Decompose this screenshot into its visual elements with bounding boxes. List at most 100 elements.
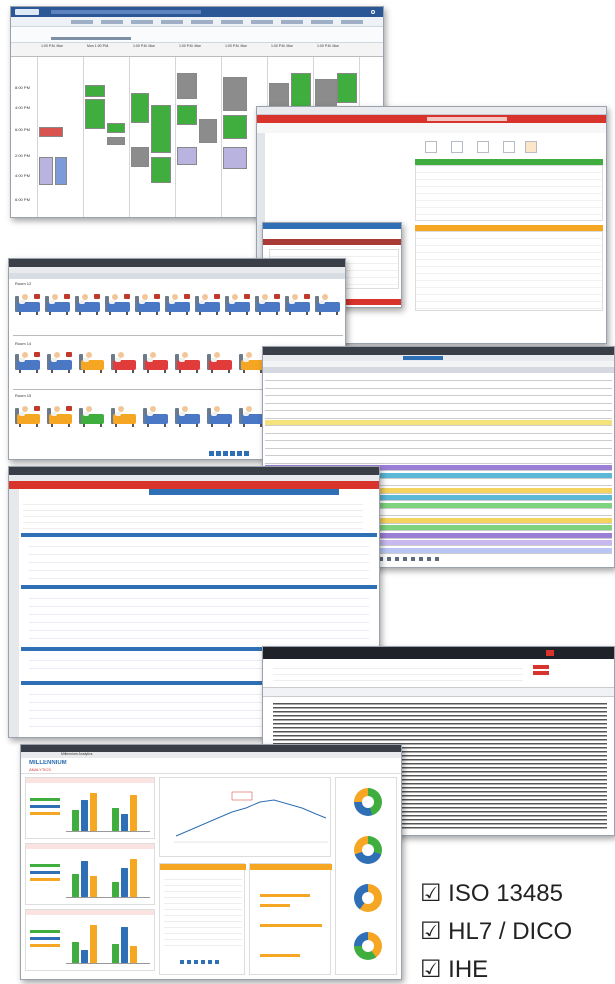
hospital-bed-icon[interactable] bbox=[165, 293, 192, 315]
appointment-block[interactable] bbox=[85, 99, 105, 129]
appointment-block[interactable] bbox=[199, 119, 217, 143]
appointment-block[interactable] bbox=[223, 115, 247, 139]
time-label: 2:00 PM bbox=[15, 153, 30, 158]
date-row bbox=[11, 27, 383, 43]
day-header-row: 1:00 P.M. Mon Mon 1:00 P.M. 1:00 P.M. Mo… bbox=[11, 43, 383, 57]
time-label: 4:00 PM bbox=[15, 173, 30, 178]
toolbar-buttons[interactable] bbox=[71, 20, 371, 24]
hospital-bed-icon[interactable] bbox=[45, 293, 72, 315]
active-tab[interactable] bbox=[403, 356, 443, 360]
chart-bar bbox=[121, 814, 128, 831]
browser-tab[interactable]: Millennium Analytics bbox=[61, 752, 93, 757]
hospital-bed-icon[interactable] bbox=[105, 293, 132, 315]
table-row[interactable] bbox=[265, 435, 612, 441]
hospital-bed-icon[interactable] bbox=[195, 293, 222, 315]
hospital-bed-icon[interactable] bbox=[111, 351, 138, 373]
chart-bar bbox=[81, 950, 88, 963]
nav-menu[interactable] bbox=[51, 10, 201, 14]
table-row[interactable] bbox=[265, 405, 612, 411]
appointment-block[interactable] bbox=[85, 85, 105, 97]
day-header: 1:00 P.M. Mon bbox=[179, 44, 202, 48]
form-section-header bbox=[21, 533, 377, 537]
bar-chart-panel bbox=[25, 777, 155, 839]
app-logo-sub: ANALYTICS bbox=[29, 767, 51, 772]
table-row[interactable] bbox=[265, 390, 612, 396]
hospital-bed-icon[interactable] bbox=[143, 405, 170, 427]
current-medications-header bbox=[263, 239, 401, 245]
hospital-bed-icon[interactable] bbox=[207, 351, 234, 373]
certification-ihe: ☑ IHE bbox=[420, 956, 489, 983]
hospital-bed-icon[interactable] bbox=[285, 293, 312, 315]
pagination[interactable] bbox=[180, 960, 220, 964]
section-title: Room 14 bbox=[15, 341, 32, 346]
icon-tile[interactable] bbox=[451, 141, 463, 153]
status-badge bbox=[533, 671, 549, 675]
hospital-bed-icon[interactable] bbox=[75, 293, 102, 315]
chart-bar bbox=[90, 925, 97, 963]
hospital-bed-icon[interactable] bbox=[47, 351, 74, 373]
day-header: 1:00 P.M. Mon bbox=[271, 44, 294, 48]
appointment-block[interactable] bbox=[223, 147, 247, 169]
hospital-bed-icon[interactable] bbox=[79, 351, 106, 373]
table-row[interactable] bbox=[265, 420, 612, 426]
series-line bbox=[175, 799, 327, 837]
hospital-bed-icon[interactable] bbox=[15, 293, 42, 315]
pagination[interactable] bbox=[209, 451, 249, 456]
hospital-bed-icon[interactable] bbox=[315, 293, 342, 315]
appointment-block[interactable] bbox=[39, 127, 63, 137]
alert-badge bbox=[546, 650, 554, 656]
hospital-bed-icon[interactable] bbox=[15, 405, 42, 427]
icon-tile[interactable] bbox=[477, 141, 489, 153]
hospital-bed-icon[interactable] bbox=[79, 405, 106, 427]
table-row[interactable] bbox=[265, 375, 612, 381]
hospital-bed-icon[interactable] bbox=[175, 405, 202, 427]
app-logo bbox=[15, 9, 39, 15]
table-row[interactable] bbox=[265, 427, 612, 434]
hospital-bed-icon[interactable] bbox=[47, 405, 74, 427]
hospital-bed-icon[interactable] bbox=[111, 405, 138, 427]
appointment-block[interactable] bbox=[223, 77, 247, 111]
appointment-block[interactable] bbox=[131, 93, 149, 123]
hospital-bed-icon[interactable] bbox=[207, 405, 234, 427]
chart-bar bbox=[130, 795, 137, 831]
icon-tile[interactable] bbox=[525, 141, 537, 153]
app-logo: MILLENNIUM bbox=[29, 760, 67, 766]
appointment-block[interactable] bbox=[107, 137, 125, 145]
appointment-block[interactable] bbox=[177, 147, 197, 165]
section-title: Room 15 bbox=[15, 393, 32, 398]
chart-bar bbox=[121, 867, 128, 897]
search-field[interactable] bbox=[427, 117, 507, 121]
search-icon[interactable] bbox=[371, 10, 375, 14]
table-row[interactable] bbox=[265, 450, 612, 456]
hospital-bed-icon[interactable] bbox=[135, 293, 162, 315]
analytics-dashboard-screenshot: Millennium Analytics MILLENNIUM ANALYTIC… bbox=[20, 744, 402, 980]
appointment-block[interactable] bbox=[39, 157, 53, 185]
data-callout bbox=[231, 791, 253, 801]
appointment-block[interactable] bbox=[177, 105, 197, 125]
table-row[interactable] bbox=[265, 382, 612, 389]
report-info bbox=[273, 663, 523, 683]
appointment-block[interactable] bbox=[151, 105, 171, 153]
appointment-block[interactable] bbox=[151, 157, 171, 183]
hospital-bed-icon[interactable] bbox=[225, 293, 252, 315]
hospital-bed-icon[interactable] bbox=[255, 293, 282, 315]
icon-tile[interactable] bbox=[425, 141, 437, 153]
table-row[interactable] bbox=[265, 442, 612, 449]
section-divider bbox=[13, 335, 343, 336]
appointment-block[interactable] bbox=[177, 73, 197, 99]
table-row[interactable] bbox=[265, 457, 612, 464]
editor-toolbar[interactable] bbox=[263, 687, 614, 697]
appointment-block[interactable] bbox=[55, 157, 67, 185]
icon-tile[interactable] bbox=[503, 141, 515, 153]
hospital-bed-icon[interactable] bbox=[15, 351, 42, 373]
hospital-bed-icon[interactable] bbox=[143, 351, 170, 373]
chart-bar bbox=[112, 944, 119, 963]
appointment-block[interactable] bbox=[337, 73, 357, 103]
medications-panel-header bbox=[263, 223, 401, 229]
table-row[interactable] bbox=[265, 397, 612, 404]
appointment-block[interactable] bbox=[131, 147, 149, 167]
table-row[interactable] bbox=[265, 412, 612, 419]
hospital-bed-icon[interactable] bbox=[175, 351, 202, 373]
chart-legend bbox=[30, 864, 60, 882]
appointment-block[interactable] bbox=[107, 123, 125, 133]
